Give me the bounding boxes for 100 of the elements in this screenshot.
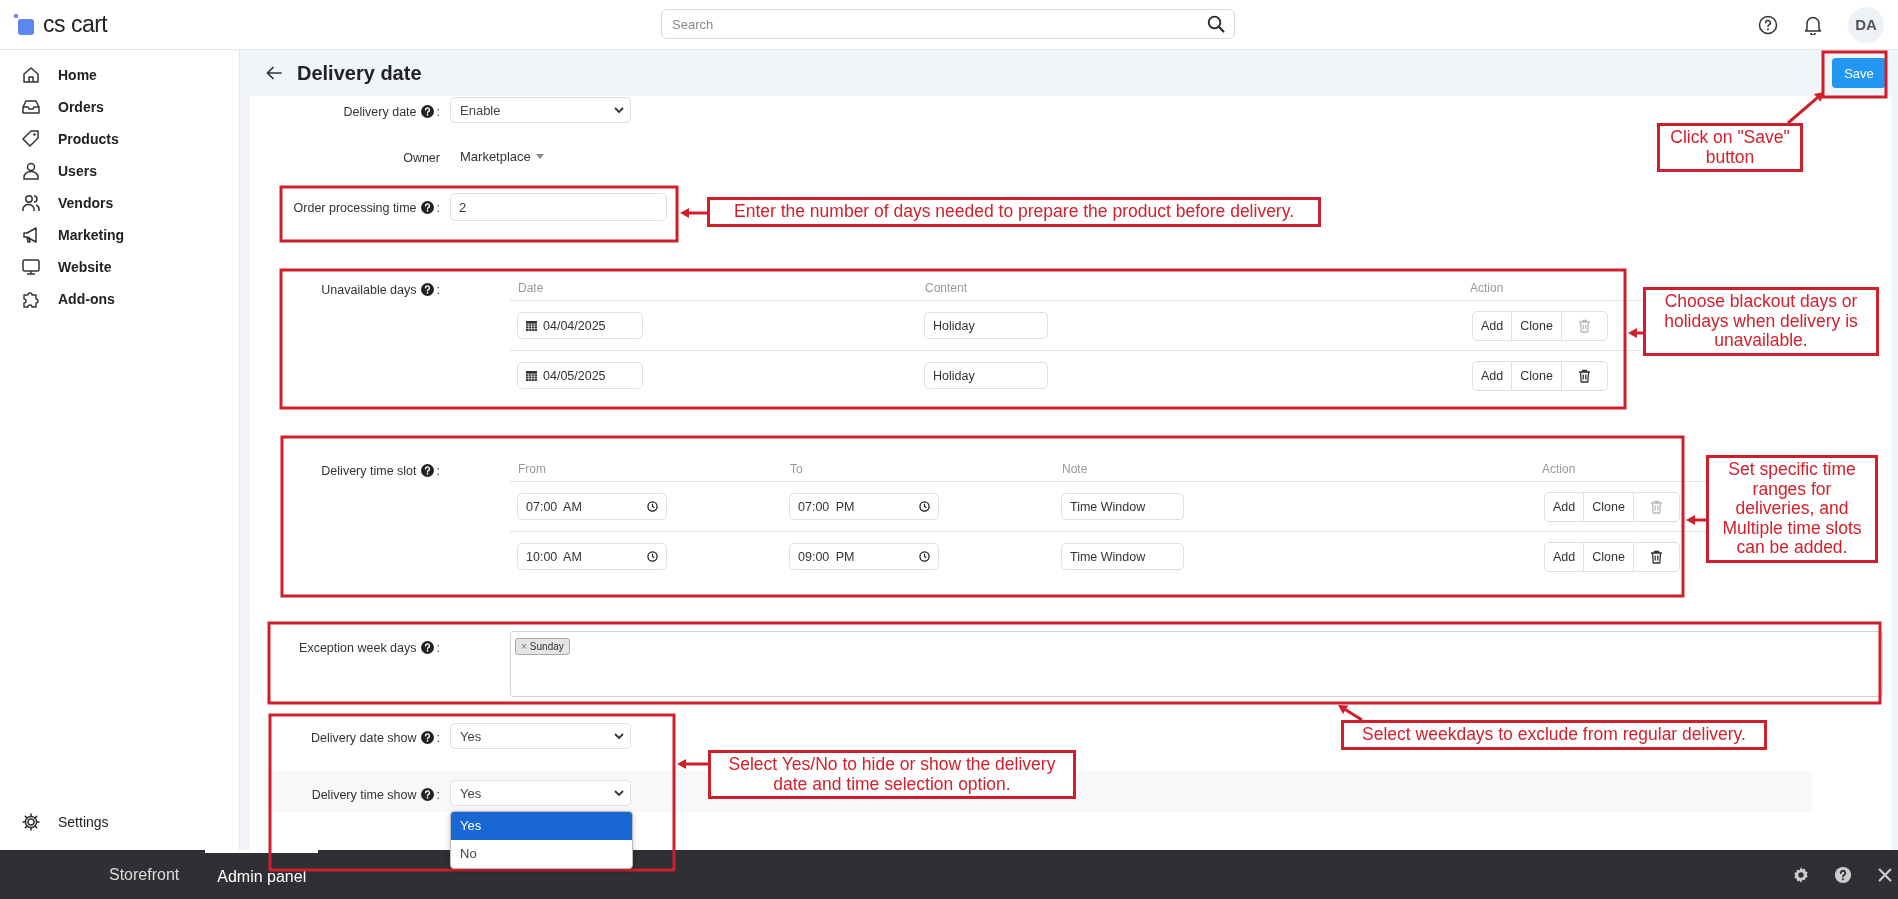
field-label: Delivery date — [343, 105, 417, 119]
label-colon: : — [436, 201, 440, 215]
sidebar-item[interactable]: Users — [0, 155, 239, 187]
text-field[interactable]: Time Window — [1061, 493, 1184, 520]
chevron-down-icon — [614, 106, 624, 114]
callout-note: Click on "Save" button — [1657, 123, 1803, 173]
annotation-arrow — [680, 208, 707, 218]
select-field[interactable]: Enable — [450, 97, 631, 123]
search-field[interactable]: Search — [661, 9, 1235, 39]
action-button[interactable]: Add — [1473, 311, 1513, 340]
trash-icon — [1577, 368, 1591, 383]
sidebar-item[interactable]: Settings — [0, 806, 239, 838]
sidebar-item[interactable]: Products — [0, 123, 239, 155]
dropdown-option[interactable]: No — [451, 840, 632, 868]
label-colon: : — [436, 464, 440, 478]
label-colon: : — [436, 105, 440, 119]
annotation-arrow — [1686, 515, 1706, 525]
user-avatar[interactable]: DA — [1848, 6, 1884, 43]
sidebar-item[interactable]: Marketing — [0, 219, 239, 251]
trash-icon — [1649, 499, 1663, 514]
time-field[interactable]: 07:00 AM — [517, 493, 667, 520]
help-icon[interactable] — [420, 464, 434, 477]
text-field[interactable]: Time Window — [1061, 543, 1184, 570]
clock-icon — [919, 551, 930, 562]
help-icon[interactable] — [420, 641, 434, 654]
clock-icon — [647, 501, 658, 512]
highlight-frame — [1821, 50, 1888, 99]
sidebar-item[interactable]: Website — [0, 251, 239, 283]
panel-tab[interactable]: Admin panel — [205, 850, 319, 896]
field-label: Unavailable days — [321, 283, 417, 297]
text-field[interactable]: Holiday — [924, 312, 1048, 339]
trash-icon — [1649, 549, 1663, 564]
brand-name: cs cart — [43, 11, 108, 38]
page-title: Delivery date — [297, 61, 422, 85]
action-button[interactable]: Add — [1545, 492, 1585, 521]
tray-icon — [21, 97, 41, 117]
field-label: Delivery time show — [311, 788, 417, 802]
help-icon[interactable] — [1758, 14, 1778, 35]
field-label: Owner — [403, 151, 440, 165]
time-field[interactable]: 10:00 AM — [517, 543, 667, 570]
users-icon — [21, 193, 41, 213]
field-label: Order processing time — [293, 201, 417, 215]
trash-icon — [1577, 318, 1591, 333]
sidebar-item[interactable]: Vendors — [0, 187, 239, 219]
field-label: Exception week days — [299, 641, 417, 655]
action-button[interactable]: Add — [1473, 361, 1513, 390]
clock-icon — [647, 551, 658, 562]
multiselect-field[interactable]: × Sunday — [510, 631, 1883, 697]
annotation-arrow — [1338, 705, 1363, 722]
help-icon[interactable] — [420, 201, 434, 214]
caret-icon — [535, 154, 544, 159]
chevron-down-icon — [614, 732, 624, 740]
help-icon[interactable] — [420, 283, 434, 296]
calendar-icon — [526, 320, 537, 331]
annotation-arrow — [677, 759, 708, 769]
search-icon[interactable] — [1207, 15, 1225, 33]
sidebar-item[interactable]: Orders — [0, 91, 239, 123]
column-header: Note — [1062, 461, 1088, 476]
column-header: Action — [1542, 461, 1576, 476]
back-arrow-icon[interactable] — [265, 64, 283, 82]
field-label: Delivery date show — [310, 731, 417, 745]
time-field[interactable]: 09:00 PM — [789, 543, 939, 570]
text-field[interactable]: Holiday — [924, 362, 1048, 389]
label-colon: : — [436, 731, 440, 745]
help-icon[interactable] — [1834, 865, 1852, 884]
sidebar-item[interactable]: Home — [0, 59, 239, 91]
clock-icon — [919, 501, 930, 512]
logo-icon — [13, 12, 37, 37]
column-header: From — [518, 461, 546, 476]
panel-tab[interactable]: Storefront — [99, 850, 190, 899]
date-field[interactable]: 04/05/2025 — [517, 362, 643, 389]
column-header: Date — [518, 280, 544, 295]
annotation-arrow — [1787, 92, 1824, 125]
bell-icon[interactable] — [1804, 14, 1822, 35]
owner-dropdown[interactable]: Marketplace — [450, 144, 544, 164]
close-icon[interactable] — [1876, 865, 1894, 884]
label-colon: : — [436, 788, 440, 802]
settings-icon[interactable] — [1792, 865, 1810, 884]
tag-icon — [21, 129, 41, 149]
dropdown-option[interactable]: Yes — [451, 812, 632, 840]
calendar-icon — [526, 370, 537, 381]
field-label: Delivery time slot — [321, 464, 417, 478]
help-icon[interactable] — [420, 788, 434, 801]
text-field[interactable]: 2 — [450, 193, 667, 221]
column-header: Content — [925, 280, 968, 295]
callout-note: Choose blackout days or holidays when delivery is unavailable. — [1643, 287, 1879, 356]
sidebar-item[interactable]: Add-ons — [0, 283, 239, 315]
time-field[interactable]: 07:00 PM — [789, 493, 939, 520]
date-field[interactable]: 04/04/2025 — [517, 312, 643, 339]
user-icon — [21, 161, 41, 181]
action-button[interactable]: Add — [1545, 542, 1585, 571]
monitor-icon — [21, 257, 41, 277]
column-header: Action — [1470, 280, 1504, 295]
callout-note: Select Yes/No to hide or show the delivery date and time selection option. — [708, 750, 1076, 800]
tag-chip[interactable]: × Sunday — [515, 638, 570, 655]
select-field[interactable]: Yes — [450, 723, 631, 749]
help-icon[interactable] — [420, 731, 434, 744]
settings-icon — [21, 812, 41, 832]
help-icon[interactable] — [420, 105, 434, 118]
callout-note: Select weekdays to exclude from regular delivery. — [1341, 720, 1767, 750]
